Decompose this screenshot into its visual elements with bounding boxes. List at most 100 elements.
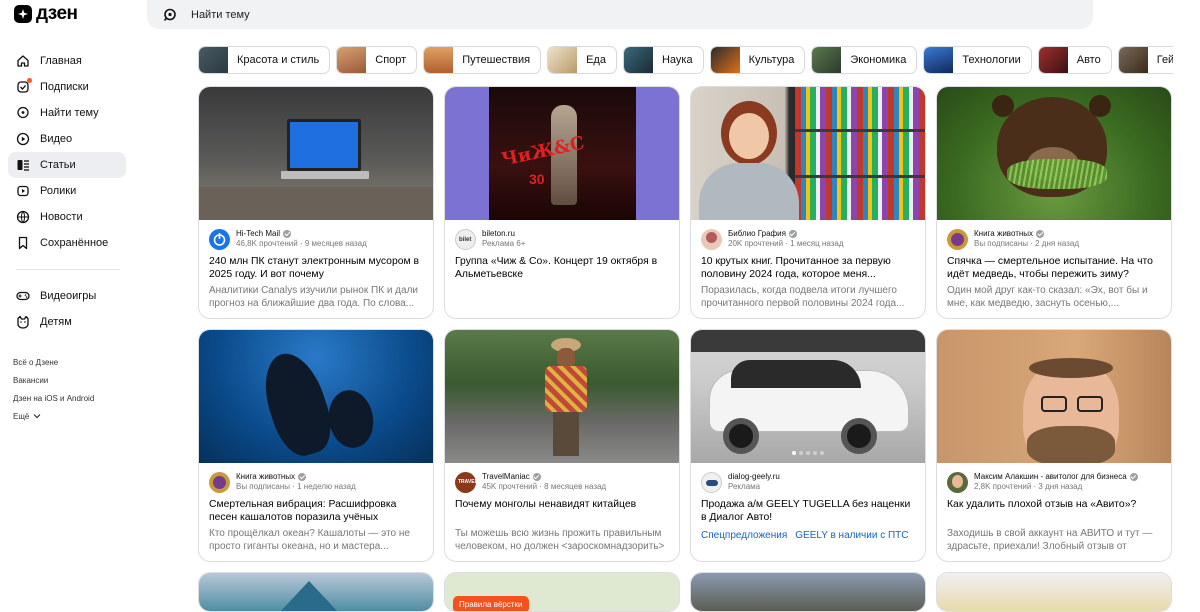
dzen-logo-text: дзен — [36, 3, 78, 24]
footer-more-button[interactable]: Ещё — [8, 407, 126, 425]
chip-label: Путешествия — [462, 54, 531, 66]
dzen-logo[interactable]: дзен — [14, 3, 78, 24]
chip-games[interactable]: Гейм — [1117, 46, 1173, 74]
source-name[interactable]: Книга животных — [236, 472, 295, 482]
chip-thumbnail — [924, 47, 954, 73]
chip-thumbnail — [710, 47, 740, 73]
rules-badge: Правила вёрстки — [453, 596, 529, 611]
article-stats: Вы подписаны · 2 дня назад — [974, 239, 1079, 248]
bookmark-icon — [18, 236, 28, 250]
articles-icon — [17, 160, 29, 171]
article-description: Кто прощёлкал океан? Кашалоты — это не п… — [209, 528, 410, 552]
chip-travel[interactable]: Путешествия — [423, 46, 542, 74]
article-card[interactable]: Hi-Tech Mail 46,8K прочтений · 9 месяцев… — [198, 86, 434, 319]
article-card[interactable]: Правила вёрстки — [444, 572, 680, 612]
ad-card[interactable]: dialog-geely.ru Реклама Продажа а/м GEEL… — [690, 329, 926, 562]
footer-link-about[interactable]: Всё о Дзене — [8, 353, 126, 371]
article-image — [691, 573, 925, 611]
article-card[interactable]: Максим Алакшин - авитолог для бизнеса 2,… — [936, 329, 1172, 562]
ad-title[interactable]: Продажа а/м GEELY TUGELLA без наценки в … — [691, 498, 925, 524]
sidebar-item-label: Главная — [40, 55, 82, 67]
chip-science[interactable]: Наука — [622, 46, 704, 74]
sidebar-item-label: Статьи — [40, 159, 76, 171]
source-name[interactable]: Библио Графия — [728, 229, 786, 239]
chip-thumbnail — [337, 47, 367, 73]
article-description: Ты можешь всю жизнь прожить правильным ч… — [455, 528, 665, 552]
search-input[interactable]: Найти тему — [147, 0, 1093, 29]
source-name[interactable]: dialog-geely.ru — [728, 472, 780, 482]
sidebar-item-video[interactable]: Видео — [8, 126, 126, 152]
article-title[interactable]: Спячка — смертельное испытание. На что и… — [937, 255, 1171, 281]
chip-thumbnail — [812, 47, 842, 73]
chip-tech[interactable]: Технологии — [923, 46, 1032, 74]
chip-thumbnail — [623, 47, 653, 73]
chip-food[interactable]: Еда — [547, 46, 617, 74]
ad-image — [691, 330, 925, 463]
article-card[interactable]: Книга животных Вы подписаны · 2 дня наза… — [936, 86, 1172, 319]
sidebar-item-articles[interactable]: Статьи — [8, 152, 126, 178]
sidebar-item-label: Видео — [40, 133, 73, 145]
carousel-dot-active[interactable] — [792, 451, 796, 455]
chip-sport[interactable]: Спорт — [336, 46, 418, 74]
verified-icon — [1129, 473, 1138, 481]
article-title[interactable]: Как удалить плохой отзыв на «Авито»? — [937, 498, 1171, 524]
source-name[interactable]: Hi-Tech Mail — [236, 229, 280, 239]
ad-card[interactable]: ЧиЖ&С 30 bilet bileton.ru Реклама 6+ Гру… — [444, 86, 680, 319]
ad-links: Спецпредложения GEELY в наличии с ПТС — [691, 530, 925, 541]
ad-link-special-offers[interactable]: Спецпредложения — [701, 530, 787, 541]
sidebar-divider — [16, 269, 120, 270]
article-image — [937, 573, 1171, 611]
chip-culture[interactable]: Культура — [709, 46, 806, 74]
ad-link-in-stock[interactable]: GEELY в наличии с ПТС — [795, 530, 908, 541]
sidebar-item-news[interactable]: Новости — [8, 204, 126, 230]
chip-auto[interactable]: Авто — [1037, 46, 1112, 74]
sidebar-item-home[interactable]: Главная — [8, 48, 126, 74]
video-icon — [16, 132, 30, 146]
source-name[interactable]: TravelManiac — [482, 472, 530, 482]
footer-link-vacancies[interactable]: Вакансии — [8, 371, 126, 389]
article-card[interactable] — [198, 572, 434, 612]
chip-thumbnail — [199, 47, 228, 73]
carousel-dot[interactable] — [799, 451, 803, 455]
chip-economy[interactable]: Экономика — [811, 46, 918, 74]
source-name[interactable]: bileton.ru — [482, 229, 515, 239]
chip-beauty[interactable]: Красота и стиль — [198, 46, 331, 74]
article-card[interactable]: TRAVEL TravelManiac 45K прочтений · 8 ме… — [444, 329, 680, 562]
sidebar-item-kids[interactable]: Детям — [8, 309, 126, 335]
chip-label: Культура — [748, 54, 795, 66]
sidebar-item-subscriptions[interactable]: Подписки — [8, 74, 126, 100]
sidebar-item-shorts[interactable]: Ролики — [8, 178, 126, 204]
sidebar-item-videogames[interactable]: Видеоигры — [8, 283, 126, 309]
sidebar-item-label: Ролики — [40, 185, 77, 197]
sidebar-item-saved[interactable]: Сохранённое — [8, 230, 126, 256]
article-title[interactable]: Смертельная вибрация: Расшифровка песен … — [199, 498, 433, 524]
footer-link-apps[interactable]: Дзен на iOS и Android — [8, 389, 126, 407]
article-card[interactable] — [690, 572, 926, 612]
ad-label: Реклама 6+ — [482, 239, 526, 248]
carousel-dot[interactable] — [813, 451, 817, 455]
article-title[interactable]: 10 крутых книг. Прочитанное за первую по… — [691, 255, 925, 281]
article-title[interactable]: Почему монголы ненавидят китайцев — [445, 498, 679, 524]
chip-label: Авто — [1076, 54, 1101, 66]
ad-label: Реклама — [728, 482, 761, 491]
article-title[interactable]: 240 млн ПК станут электронным мусором в … — [199, 255, 433, 281]
source-name[interactable]: Книга животных — [974, 229, 1033, 239]
source-avatar — [947, 471, 968, 493]
article-stats: 20K прочтений · 1 месяц назад — [728, 239, 844, 248]
sidebar-item-find-topic[interactable]: Найти тему — [8, 100, 126, 126]
carousel-dot[interactable] — [806, 451, 810, 455]
ad-title[interactable]: Группа «Чиж & Co». Концерт 19 октября в … — [445, 255, 679, 281]
kids-icon — [17, 315, 29, 329]
article-card[interactable]: Книга животных Вы подписаны · 1 неделю н… — [198, 329, 434, 562]
source-name[interactable]: Максим Алакшин - авитолог для бизнеса — [974, 472, 1127, 482]
carousel-dot[interactable] — [820, 451, 824, 455]
article-card[interactable] — [936, 572, 1172, 612]
sidebar-item-label: Сохранённое — [40, 237, 109, 249]
article-image — [937, 87, 1171, 220]
article-image: Правила вёрстки — [445, 573, 679, 611]
source-avatar — [209, 471, 230, 493]
sidebar-item-label: Видеоигры — [40, 290, 97, 302]
verified-icon — [283, 230, 292, 238]
source-avatar: TRAVEL — [455, 471, 476, 493]
article-card[interactable]: Библио Графия 20K прочтений · 1 месяц на… — [690, 86, 926, 319]
